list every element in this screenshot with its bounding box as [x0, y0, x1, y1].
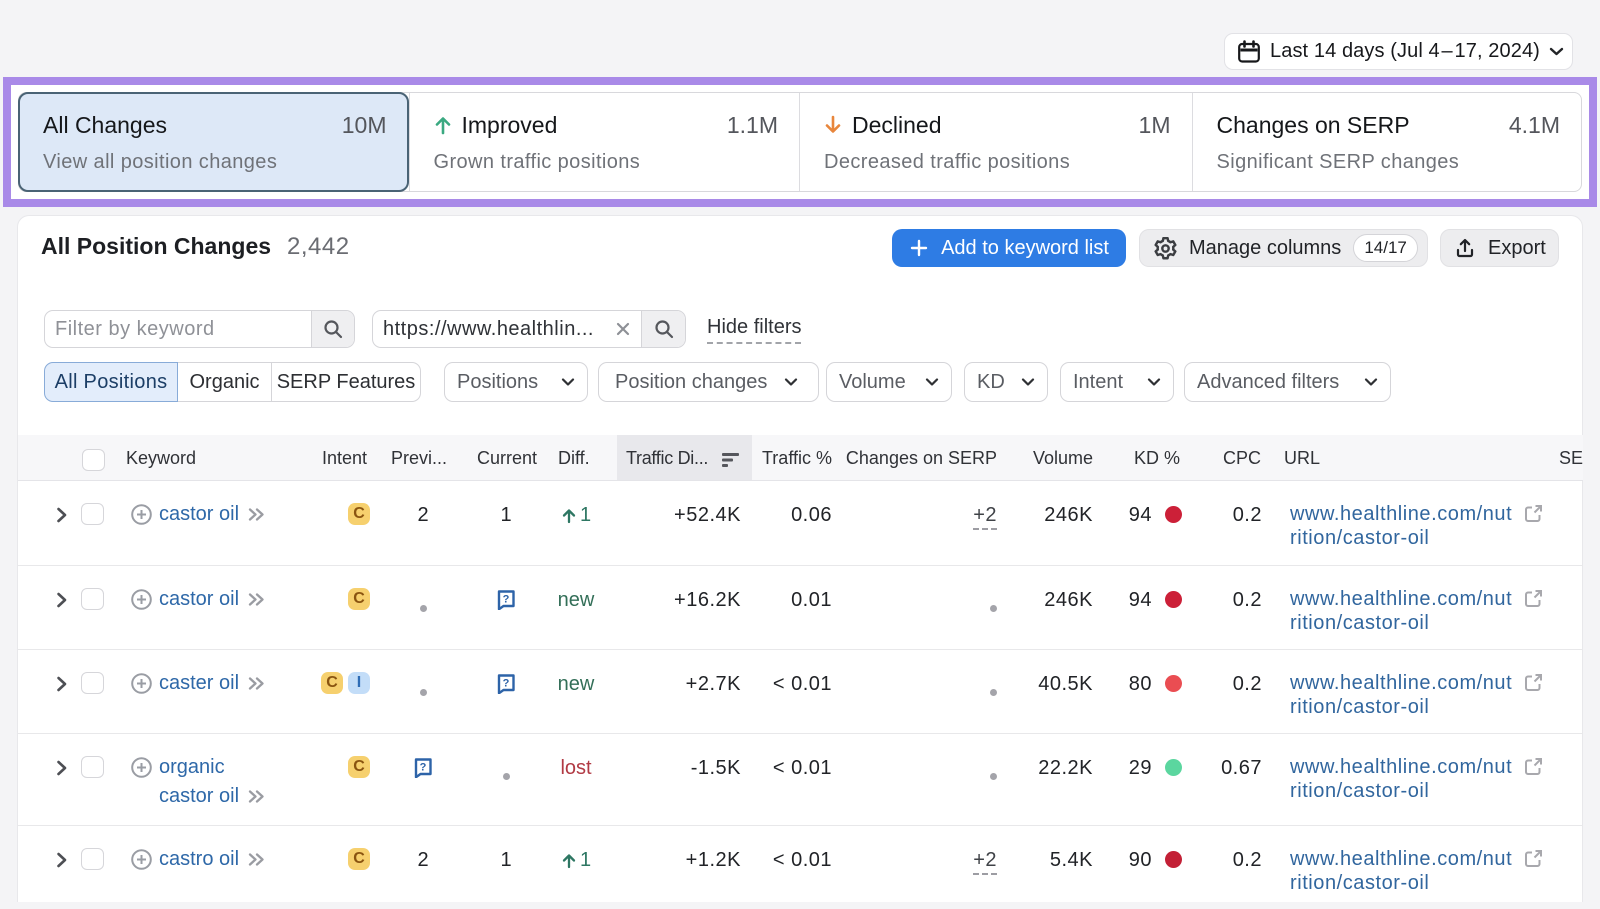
svg-text:?: ? — [503, 678, 510, 690]
svg-text:?: ? — [420, 762, 427, 774]
svg-text:?: ? — [503, 594, 510, 606]
